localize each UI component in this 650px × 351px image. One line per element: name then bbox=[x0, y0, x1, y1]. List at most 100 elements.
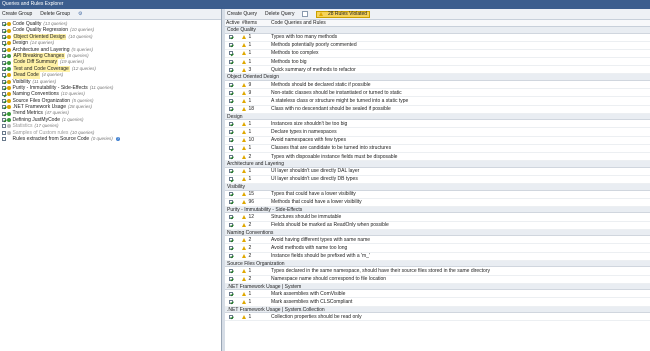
query-row[interactable]: 1 Classes that are candidate to be turned… bbox=[225, 145, 650, 153]
items-count: 2 bbox=[248, 153, 252, 160]
query-row[interactable]: 2 Types with disposable instance fields m… bbox=[225, 153, 650, 162]
tree-item-checkbox[interactable] bbox=[2, 111, 6, 116]
active-checkbox[interactable] bbox=[229, 154, 233, 159]
active-checkbox[interactable] bbox=[229, 51, 233, 56]
items-cell: 2 bbox=[242, 253, 271, 259]
rules-violated-badge[interactable]: 28 Rules Violated bbox=[316, 10, 371, 18]
tree-item-checkbox[interactable] bbox=[2, 54, 6, 59]
query-row[interactable]: 3 Quick summary of methods to refactor bbox=[225, 66, 650, 75]
tree-item-checkbox[interactable] bbox=[2, 79, 6, 84]
warning-icon bbox=[242, 291, 246, 296]
header-name[interactable]: Code Queries and Rules bbox=[271, 20, 650, 26]
tree-item-checkbox[interactable] bbox=[2, 60, 6, 65]
active-checkbox[interactable] bbox=[229, 59, 233, 64]
active-checkbox[interactable] bbox=[229, 82, 233, 87]
query-row[interactable]: 2 Avoid methods with name too long bbox=[225, 244, 650, 253]
active-checkbox[interactable] bbox=[229, 146, 233, 151]
tree-item-checkbox[interactable] bbox=[2, 92, 6, 97]
delete-query-button[interactable]: Delete Query bbox=[265, 11, 294, 17]
active-checkbox[interactable] bbox=[229, 277, 233, 282]
active-checkbox[interactable] bbox=[229, 43, 233, 48]
query-name: Instances size shouldn't be too big bbox=[271, 120, 348, 127]
active-checkbox[interactable] bbox=[229, 107, 233, 112]
active-checkbox[interactable] bbox=[229, 314, 233, 319]
query-row[interactable]: 15 Types that could have a lower visibili… bbox=[225, 191, 650, 199]
items-cell: 1 bbox=[242, 59, 271, 65]
active-checkbox[interactable] bbox=[229, 254, 233, 259]
tree-item-checkbox[interactable] bbox=[2, 137, 6, 142]
delete-group-button[interactable]: Delete Group bbox=[40, 11, 70, 17]
header-active[interactable]: Active bbox=[225, 20, 242, 26]
active-checkbox[interactable] bbox=[229, 35, 233, 40]
settings-icon[interactable]: ⚙ bbox=[78, 11, 82, 17]
query-row[interactable]: 9 Methods should be declared static if po… bbox=[225, 81, 650, 90]
query-row[interactable]: 2 Avoid having different types with same … bbox=[225, 236, 650, 245]
query-row[interactable]: 1 UI layer shouldn't use directly DAL lay… bbox=[225, 168, 650, 176]
query-row[interactable]: 2 Namespace name should correspond to fil… bbox=[225, 276, 650, 284]
active-checkbox[interactable] bbox=[229, 90, 233, 95]
create-group-button[interactable]: Create Group bbox=[2, 11, 32, 17]
query-name: Non-static classes should be instantiate… bbox=[271, 89, 402, 96]
warning-icon bbox=[242, 146, 246, 151]
tree-item-checkbox[interactable] bbox=[2, 22, 6, 27]
active-checkbox[interactable] bbox=[229, 98, 233, 103]
active-checkbox[interactable] bbox=[229, 129, 233, 134]
query-row[interactable]: 2 Fields should be marked as ReadOnly whe… bbox=[225, 222, 650, 230]
items-count: 1 bbox=[248, 176, 252, 183]
tree-item[interactable]: Rules extracted from Source Code (0 queri… bbox=[0, 136, 221, 142]
tree-item-checkbox[interactable] bbox=[2, 47, 6, 52]
active-checkbox[interactable] bbox=[229, 192, 233, 197]
active-checkbox[interactable] bbox=[229, 214, 233, 219]
query-name: Types with too many methods bbox=[271, 34, 338, 41]
query-row[interactable]: 1 Mark assemblies with ComVisible bbox=[225, 290, 650, 299]
query-row[interactable]: 1 Declare types in namespaces bbox=[225, 128, 650, 137]
query-row[interactable]: 12 Structures should be immutable bbox=[225, 213, 650, 222]
active-checkbox[interactable] bbox=[229, 223, 233, 228]
query-row[interactable]: 1 UI layer shouldn't use directly DB type… bbox=[225, 176, 650, 184]
active-checkbox[interactable] bbox=[229, 200, 233, 205]
ok-icon bbox=[7, 54, 11, 59]
query-name: Classes that are candidate to be turned … bbox=[271, 145, 392, 152]
active-checkbox[interactable] bbox=[229, 138, 233, 143]
query-row[interactable]: 1 Types with too many methods bbox=[225, 34, 650, 42]
query-row[interactable]: 1 A stateless class or structure might be… bbox=[225, 97, 650, 106]
tree-item-checkbox[interactable] bbox=[2, 73, 6, 78]
query-row[interactable]: 2 Instance fields should be prefixed with… bbox=[225, 253, 650, 261]
query-row[interactable]: 9 Non-static classes should be instantiat… bbox=[225, 89, 650, 98]
options-button[interactable] bbox=[302, 11, 309, 17]
active-checkbox[interactable] bbox=[229, 177, 233, 182]
active-checkbox[interactable] bbox=[229, 268, 233, 273]
warning-icon bbox=[242, 138, 246, 143]
query-row[interactable]: 1 Methods too complex bbox=[225, 50, 650, 59]
query-row[interactable]: 1 Collection properties should be read on… bbox=[225, 313, 650, 322]
tree-item-checkbox[interactable] bbox=[2, 124, 6, 129]
create-query-button[interactable]: Create Query bbox=[227, 11, 257, 17]
active-checkbox[interactable] bbox=[229, 67, 233, 72]
tree-item-checkbox[interactable] bbox=[2, 34, 6, 39]
tree-item-checkbox[interactable] bbox=[2, 28, 6, 33]
tree-item-checkbox[interactable] bbox=[2, 130, 6, 135]
tree-item-checkbox[interactable] bbox=[2, 66, 6, 71]
tree-item-checkbox[interactable] bbox=[2, 98, 6, 103]
active-checkbox[interactable] bbox=[229, 237, 233, 242]
active-checkbox[interactable] bbox=[229, 169, 233, 174]
query-row[interactable]: 1 Methods potentially poorly commented bbox=[225, 42, 650, 50]
tree-item-checkbox[interactable] bbox=[2, 86, 6, 91]
query-row[interactable]: 96 Methods that could have a lower visibi… bbox=[225, 199, 650, 207]
active-checkbox[interactable] bbox=[229, 246, 233, 251]
tree-item-checkbox[interactable] bbox=[2, 105, 6, 110]
query-row[interactable]: 1 Methods too big bbox=[225, 58, 650, 67]
help-icon[interactable]: ? bbox=[115, 136, 121, 142]
active-checkbox[interactable] bbox=[229, 121, 233, 126]
tree-item-checkbox[interactable] bbox=[2, 41, 6, 46]
query-row[interactable]: 1 Types declared in the same namespace, s… bbox=[225, 267, 650, 276]
active-checkbox[interactable] bbox=[229, 299, 233, 304]
query-row[interactable]: 10 Avoid namespaces with few types bbox=[225, 137, 650, 145]
active-checkbox[interactable] bbox=[229, 291, 233, 296]
tree-item-checkbox[interactable] bbox=[2, 118, 6, 123]
query-row[interactable]: 1 Mark assemblies with CLSCompliant bbox=[225, 298, 650, 307]
header-items[interactable]: #Items bbox=[242, 20, 271, 26]
query-row[interactable]: 1 Instances size shouldn't be too big bbox=[225, 120, 650, 129]
query-row[interactable]: 18 Class with no descendant should be sea… bbox=[225, 106, 650, 114]
items-cell: 1 bbox=[242, 42, 271, 48]
